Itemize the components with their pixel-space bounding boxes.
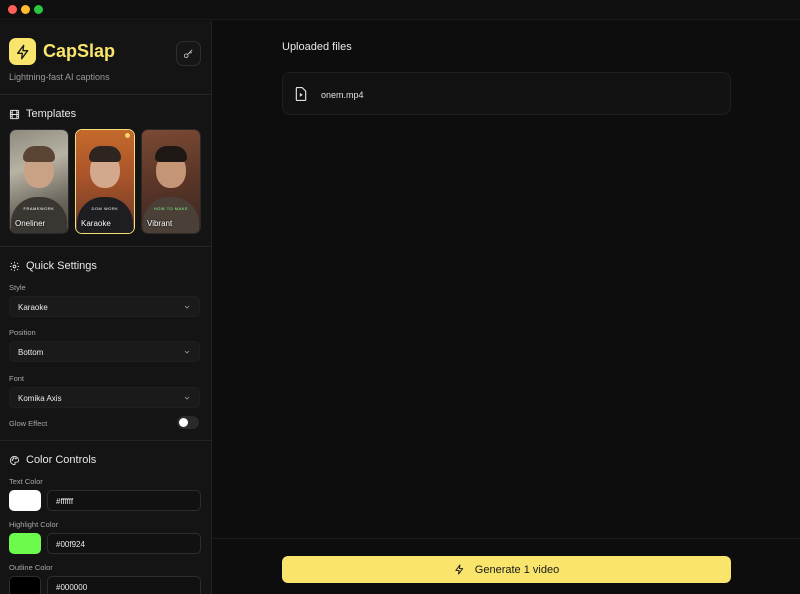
templates-header: Templates [9,108,76,120]
outline-color-input[interactable]: #000000 [47,576,201,594]
chevron-down-icon [184,350,190,354]
font-value: Komika Axis [18,394,62,403]
text-color-value: #ffffff [56,497,74,506]
color-controls-title: Color Controls [26,454,97,466]
position-select[interactable]: Bottom [9,341,200,362]
uploaded-files-title: Uploaded files [282,41,352,53]
template-label: Vibrant [147,219,173,228]
film-icon [9,109,20,119]
template-label: Karaoke [81,219,111,228]
quick-settings-header: Quick Settings [9,260,97,272]
highlight-color-value: #00f924 [56,540,85,549]
template-caption-preview: HOW TO MAKE [153,206,189,211]
palette-icon [9,455,20,465]
chevron-down-icon [184,396,190,400]
glow-effect-label: Glow Effect [9,419,48,428]
api-key-button[interactable] [176,41,201,66]
footer-divider [213,538,800,539]
template-label: Oneliner [15,219,46,228]
style-value: Karaoke [18,303,48,312]
highlight-color-label: Highlight Color [9,520,59,529]
color-controls-header: Color Controls [9,454,96,466]
window-titlebar [0,0,800,20]
template-card-karaoke[interactable]: DOM WORK Karaoke [75,129,135,234]
key-icon [183,49,193,59]
lightning-logo-icon [9,38,36,65]
style-label: Style [9,283,26,292]
app-tagline: Lightning-fast AI captions [9,72,110,82]
video-file-icon [295,87,307,101]
chevron-down-icon [184,305,190,309]
highlight-color-input[interactable]: #00f924 [47,533,201,554]
divider [0,440,211,441]
text-color-input[interactable]: #ffffff [47,490,201,511]
person-hair [89,146,121,162]
person-hair [23,146,55,162]
minimize-window-button[interactable] [21,5,30,14]
sidebar: CapSlap Lightning-fast AI captions Templ… [0,21,212,594]
file-name: onem.mp4 [321,90,364,100]
highlight-color-swatch[interactable] [9,533,41,554]
close-window-button[interactable] [8,5,17,14]
main-panel: Uploaded files onem.mp4 [213,21,800,594]
template-card-oneliner[interactable]: FRAMEWORK Oneliner [9,129,69,234]
template-card-vibrant[interactable]: HOW TO MAKE Vibrant [141,129,201,234]
generate-video-button[interactable]: Generate 1 video [282,556,731,583]
lightning-icon [455,564,463,575]
template-caption-preview: DOM WORK [91,206,119,211]
gear-icon [9,261,20,271]
outline-color-swatch[interactable] [9,576,41,594]
maximize-window-button[interactable] [34,5,43,14]
template-caption-preview: FRAMEWORK [23,206,55,211]
text-color-swatch[interactable] [9,490,41,511]
toggle-knob [179,418,188,427]
text-color-label: Text Color [9,477,43,486]
style-select[interactable]: Karaoke [9,296,200,317]
selected-indicator-icon [125,133,130,138]
outline-color-label: Outline Color [9,563,53,572]
font-label: Font [9,374,25,383]
position-value: Bottom [18,348,44,357]
quick-settings-title: Quick Settings [26,260,97,272]
outline-color-value: #000000 [56,583,88,592]
file-item[interactable]: onem.mp4 [282,72,731,115]
templates-title: Templates [26,108,77,120]
divider [0,246,211,247]
font-select[interactable]: Komika Axis [9,387,200,408]
person-hair [155,146,187,162]
glow-effect-toggle[interactable] [177,416,199,429]
generate-video-label: Generate 1 video [474,563,560,576]
app-title: CapSlap [43,41,116,61]
position-label: Position [9,328,36,337]
divider [0,94,211,95]
